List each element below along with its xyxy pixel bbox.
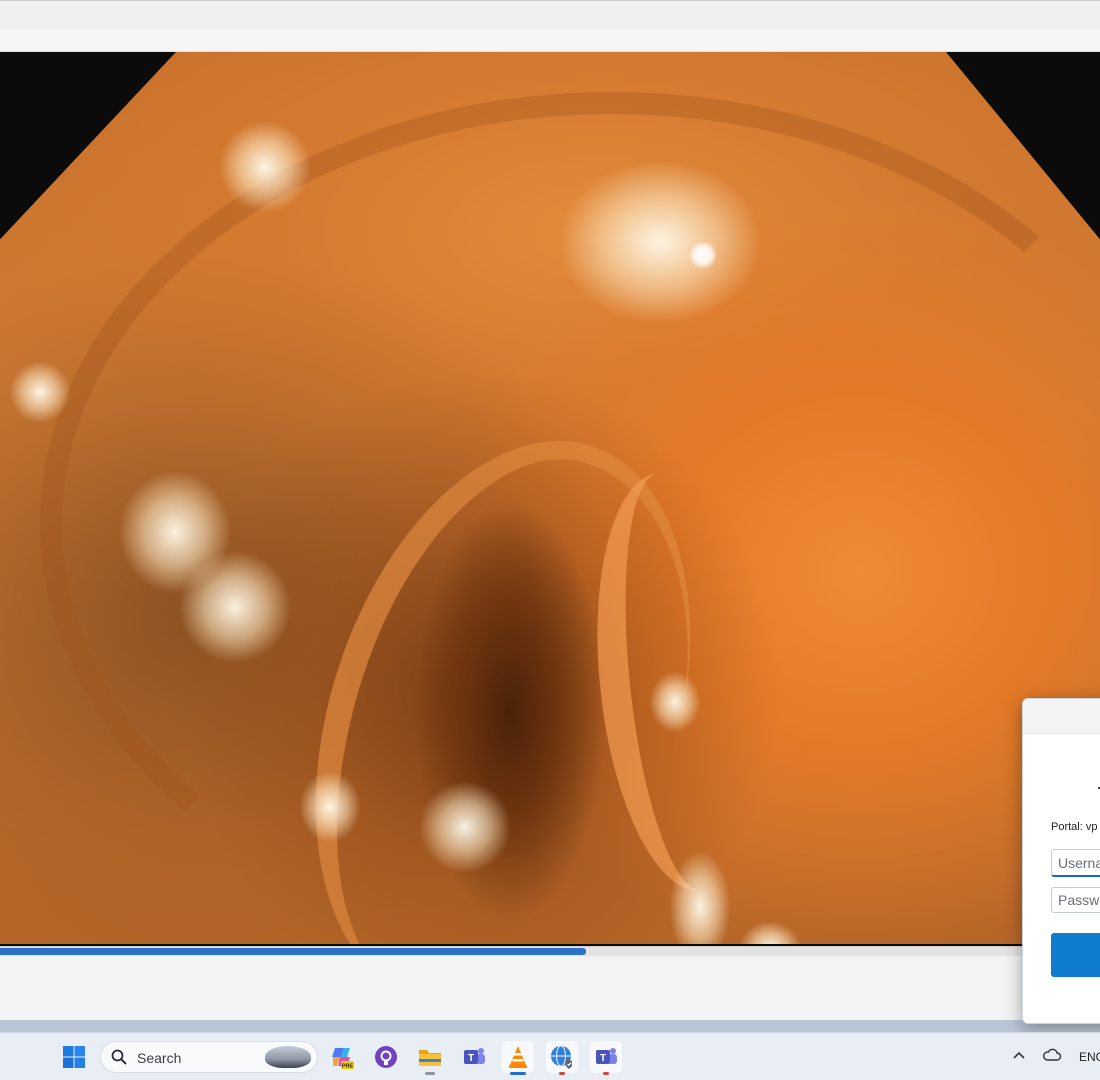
search-label: Search bbox=[137, 1050, 182, 1066]
sign-in-button[interactable] bbox=[1051, 933, 1100, 977]
vpn-login-dialog: Portal: vp bbox=[1022, 698, 1100, 1024]
onedrive-cloud-icon[interactable] bbox=[1042, 1045, 1062, 1065]
globe-vpn-icon[interactable] bbox=[546, 1041, 578, 1075]
light-reflection-bright bbox=[690, 242, 716, 268]
seek-bar-progress bbox=[0, 948, 587, 955]
endoscopy-video-frame bbox=[0, 52, 1100, 944]
light-reflection bbox=[420, 782, 510, 872]
language-indicator[interactable]: ENG bbox=[1079, 1050, 1100, 1064]
light-reflection bbox=[650, 672, 700, 732]
seek-bar[interactable] bbox=[0, 946, 1100, 956]
video-viewport[interactable] bbox=[0, 52, 1100, 944]
windows-start-icon[interactable] bbox=[58, 1041, 90, 1073]
search-icon bbox=[111, 1049, 127, 1070]
light-reflection bbox=[180, 552, 290, 662]
vlc-icon[interactable] bbox=[502, 1041, 534, 1075]
window-title-bar[interactable] bbox=[0, 0, 1100, 30]
search-highlight-image bbox=[265, 1046, 311, 1068]
window-bottom-edge bbox=[0, 1020, 1100, 1032]
vpn-portal-label: Portal: vp bbox=[1051, 821, 1098, 833]
github-icon[interactable] bbox=[370, 1041, 402, 1073]
file-explorer-icon[interactable] bbox=[414, 1041, 446, 1075]
taskbar-search-box[interactable]: Search bbox=[100, 1041, 318, 1073]
teams-icon[interactable]: T bbox=[458, 1041, 490, 1073]
svg-text:T: T bbox=[468, 1053, 474, 1064]
light-reflection bbox=[560, 162, 760, 322]
player-controls-bar bbox=[0, 956, 1100, 1020]
attention-indicator bbox=[603, 1072, 609, 1075]
running-indicator-active bbox=[510, 1072, 526, 1075]
player-toolbar-strip bbox=[0, 30, 1100, 52]
password-field[interactable] bbox=[1051, 887, 1100, 913]
light-reflection bbox=[10, 362, 70, 422]
light-reflection bbox=[300, 772, 360, 842]
username-field[interactable] bbox=[1051, 849, 1100, 877]
attention-indicator bbox=[559, 1072, 565, 1075]
running-indicator bbox=[425, 1072, 435, 1075]
light-reflection bbox=[220, 122, 310, 212]
svg-text:T: T bbox=[600, 1053, 606, 1064]
vpn-dialog-title-bar[interactable] bbox=[1023, 699, 1100, 734]
svg-text:PRE: PRE bbox=[342, 1064, 354, 1070]
light-reflection bbox=[670, 852, 730, 944]
taskbar: Search PRE T T EN bbox=[0, 1032, 1100, 1080]
chevron-up-icon[interactable] bbox=[1012, 1047, 1026, 1063]
teams-work-icon[interactable]: T bbox=[590, 1041, 622, 1075]
copilot-pre-icon[interactable]: PRE bbox=[326, 1041, 358, 1073]
